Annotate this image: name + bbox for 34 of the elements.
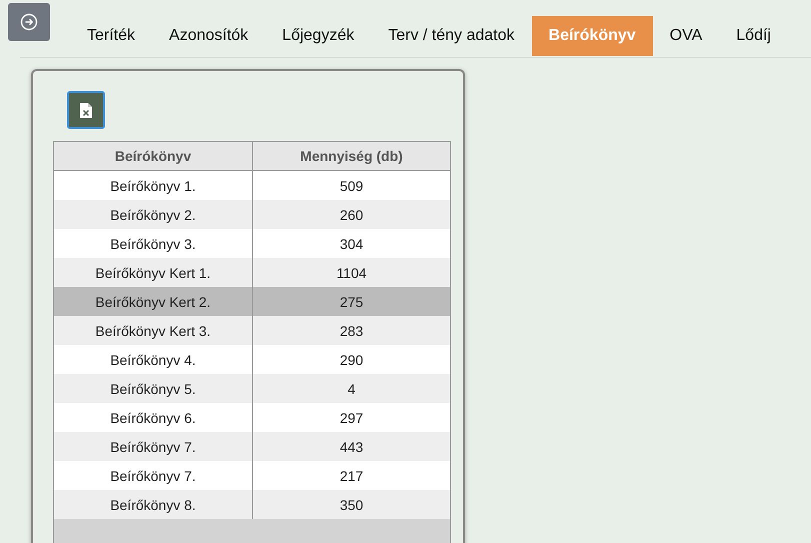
table-row[interactable]: Beírőkönyv 7. 217 [54, 461, 450, 490]
tab[interactable]: Lőjegyzék [265, 16, 372, 56]
table-row[interactable]: Beírőkönyv 1. 509 [54, 171, 450, 200]
table-cell-text: 217 [338, 466, 364, 486]
table-cell-text: 260 [338, 206, 364, 224]
table-row[interactable]: Beírőkönyv 7. 443 [54, 432, 450, 461]
tab[interactable]: Terv / tény adatok [371, 16, 532, 56]
table-row[interactable]: Beírőkönyv 3. 304 [54, 229, 450, 258]
table-cell-text: 290 [338, 350, 364, 370]
table-cell-text: 1104 [335, 264, 368, 282]
table-cell-text: 304 [338, 234, 364, 254]
table-row[interactable]: Beírőkönyv 2. 260 [54, 200, 450, 229]
table-row[interactable]: Beírőkönyv 8. 350 [54, 490, 450, 519]
tab[interactable]: OVA [652, 16, 720, 56]
table-row[interactable]: Beírőkönyv 6. 297 [54, 403, 450, 432]
tab[interactable]: Azonosítók [152, 16, 266, 56]
table-cell-text: 443 [338, 438, 364, 456]
table-cell-text: 275 [338, 292, 364, 312]
table-row[interactable]: Beírőkönyv 4. 290 [54, 345, 450, 374]
table-cell-text: 283 [338, 322, 364, 340]
excel-export-button[interactable] [67, 91, 105, 129]
tab[interactable]: Teríték [70, 16, 152, 56]
table-row[interactable]: Beírőkönyv 5. 4 [54, 374, 450, 403]
table-cell-text: 297 [338, 408, 364, 428]
table-row[interactable]: Beírőkönyv Kert 2. 275 [54, 287, 450, 316]
spreadsheet-file-icon [80, 102, 92, 118]
table-row[interactable]: Beírőkönyv Kert 3. 283 [54, 316, 450, 345]
arrow-circle-icon [20, 13, 38, 31]
navigation-button[interactable] [8, 3, 50, 41]
table-cell-text: 509 [338, 176, 364, 196]
table-row[interactable]: Beírőkönyv Kert 1. 1104 [54, 258, 450, 287]
table-cell-text: 350 [338, 496, 364, 514]
table-cell-text: 4 [346, 380, 356, 398]
tab[interactable]: Lődíj [719, 16, 788, 56]
